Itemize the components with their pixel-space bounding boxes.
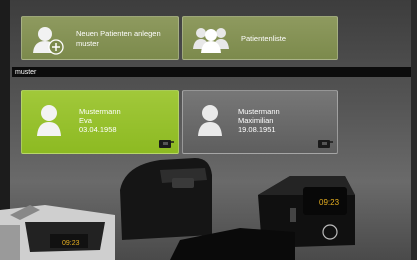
patient-lastname: Mustermann <box>79 107 121 116</box>
new-patient-label: Neuen Patienten anlegen muster <box>76 29 161 48</box>
patient-list-button[interactable]: Patientenliste <box>182 16 338 60</box>
patient-lastname: Mustermann <box>238 107 280 116</box>
device-icon <box>318 140 333 148</box>
patient-card-maximilian[interactable]: Mustermann Maximilian 19.08.1951 <box>182 90 338 154</box>
app-window: 09:23 09:23 Neuen Patienten anlegen must… <box>0 0 417 260</box>
device-display-right: 09:23 <box>319 198 340 207</box>
new-patient-button[interactable]: Neuen Patienten anlegen muster <box>21 16 179 60</box>
device-icon <box>159 140 174 148</box>
patient-firstname: Eva <box>79 116 92 125</box>
patient-list-icon <box>193 28 229 53</box>
patient-avatar-icon <box>37 105 61 136</box>
device-display-left: 09:23 <box>62 240 80 247</box>
patient-info-maximilian: Mustermann Maximilian 19.08.1951 <box>238 107 280 134</box>
search-input[interactable] <box>12 67 417 77</box>
patient-info-eva: Mustermann Eva 03.04.1958 <box>79 107 121 134</box>
patient-birthdate: 19.08.1951 <box>238 125 276 134</box>
add-patient-icon <box>33 27 64 55</box>
patient-card-eva[interactable]: Mustermann Eva 03.04.1958 <box>21 90 179 154</box>
patient-avatar-icon <box>198 105 222 136</box>
patient-firstname: Maximilian <box>238 116 274 125</box>
patient-list-label: Patientenliste <box>241 34 287 43</box>
patient-birthdate: 03.04.1958 <box>79 125 117 134</box>
window-edge-right <box>411 0 417 260</box>
